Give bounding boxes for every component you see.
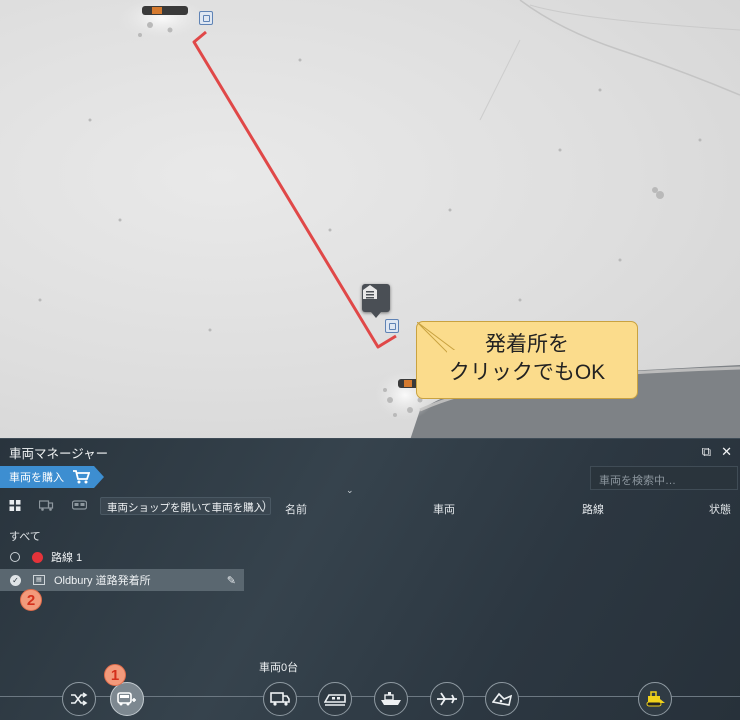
- panel-header: 車両マネージャー ⧉ ✕: [0, 439, 740, 465]
- buy-tooltip: 車両ショップを開いて車両を購入: [100, 497, 272, 515]
- train-button[interactable]: [318, 682, 352, 716]
- column-route[interactable]: 路線: [582, 501, 604, 517]
- filter-all-label[interactable]: すべて: [9, 528, 41, 544]
- callout-tail: [417, 322, 457, 362]
- edit-icon[interactable]: ✎: [227, 574, 236, 587]
- sort-icon[interactable]: ): [262, 498, 266, 512]
- train-icon: [324, 694, 346, 706]
- external-link-icon[interactable]: ⧉: [702, 444, 711, 460]
- hint-callout: 発着所を クリックでもOK: [416, 321, 638, 399]
- world-map[interactable]: 発着所を クリックでもOK: [0, 0, 740, 440]
- bus-route-button[interactable]: [110, 682, 144, 716]
- column-name[interactable]: 名前: [285, 501, 307, 517]
- buy-vehicle-tab[interactable]: 車両を購入: [0, 466, 104, 488]
- depot-icon: [363, 285, 377, 299]
- ship-button[interactable]: [374, 682, 408, 716]
- list-item-route[interactable]: 路線 1: [0, 546, 244, 568]
- step-badge-2: 2: [20, 589, 42, 611]
- bus-route-icon: [117, 692, 136, 706]
- radio-icon[interactable]: [10, 552, 20, 562]
- truck-icon: [270, 692, 290, 706]
- list-item-depot[interactable]: ✓ ▤ Oldbury 道路発着所 ✎: [0, 569, 244, 591]
- bus-stop-icon[interactable]: [199, 11, 213, 25]
- map-region-icon: [492, 692, 512, 706]
- plane-icon: [437, 692, 457, 706]
- bus-stop-icon[interactable]: [385, 319, 399, 333]
- bus-filter-icon[interactable]: [72, 500, 87, 511]
- grid-icon[interactable]: [9, 500, 21, 511]
- map-region-button[interactable]: [485, 682, 519, 716]
- truck-button[interactable]: [263, 682, 297, 716]
- construction-icon: [646, 691, 665, 707]
- route-color-dot: [32, 551, 43, 563]
- route-label: 路線 1: [51, 552, 83, 564]
- vehicle-count: 車両0台: [259, 662, 299, 674]
- buy-tab-label: 車両を購入: [9, 472, 64, 484]
- depot-marker[interactable]: [362, 284, 390, 318]
- depot-label: Oldbury 道路発着所: [54, 575, 151, 587]
- depot-mini-icon: ▤: [33, 575, 45, 585]
- step-badge-1: 1: [104, 664, 126, 686]
- shuffle-button[interactable]: [62, 682, 96, 716]
- column-status[interactable]: 状態: [709, 501, 731, 517]
- shuffle-icon: [71, 692, 88, 706]
- check-icon[interactable]: ✓: [10, 574, 21, 586]
- callout-text-2: クリックでもOK: [448, 361, 606, 384]
- chevron-down-icon[interactable]: ⌄: [346, 485, 354, 496]
- game-window: 発着所を クリックでもOK 車両マネージャー ⧉ ✕ 車両を購入 車両を検索中……: [0, 0, 740, 720]
- panel-title: 車両マネージャー: [9, 446, 109, 461]
- plane-button[interactable]: [430, 682, 464, 716]
- vehicle-search-input[interactable]: 車両を検索中…: [590, 466, 738, 490]
- cart-icon: [73, 470, 90, 484]
- vehicle-manager-panel: 車両マネージャー ⧉ ✕ 車両を購入 車両を検索中… ⌄ 車両ショップを開いて車…: [0, 438, 740, 720]
- close-icon[interactable]: ✕: [721, 444, 732, 460]
- construction-button[interactable]: [638, 682, 672, 716]
- ship-icon: [381, 692, 401, 705]
- filter-row: 車両ショップを開いて車両を購入 ) 名前 車両 路線 状態: [0, 497, 740, 517]
- column-vehicle[interactable]: 車両: [433, 501, 455, 517]
- truck-filter-icon[interactable]: [39, 500, 54, 511]
